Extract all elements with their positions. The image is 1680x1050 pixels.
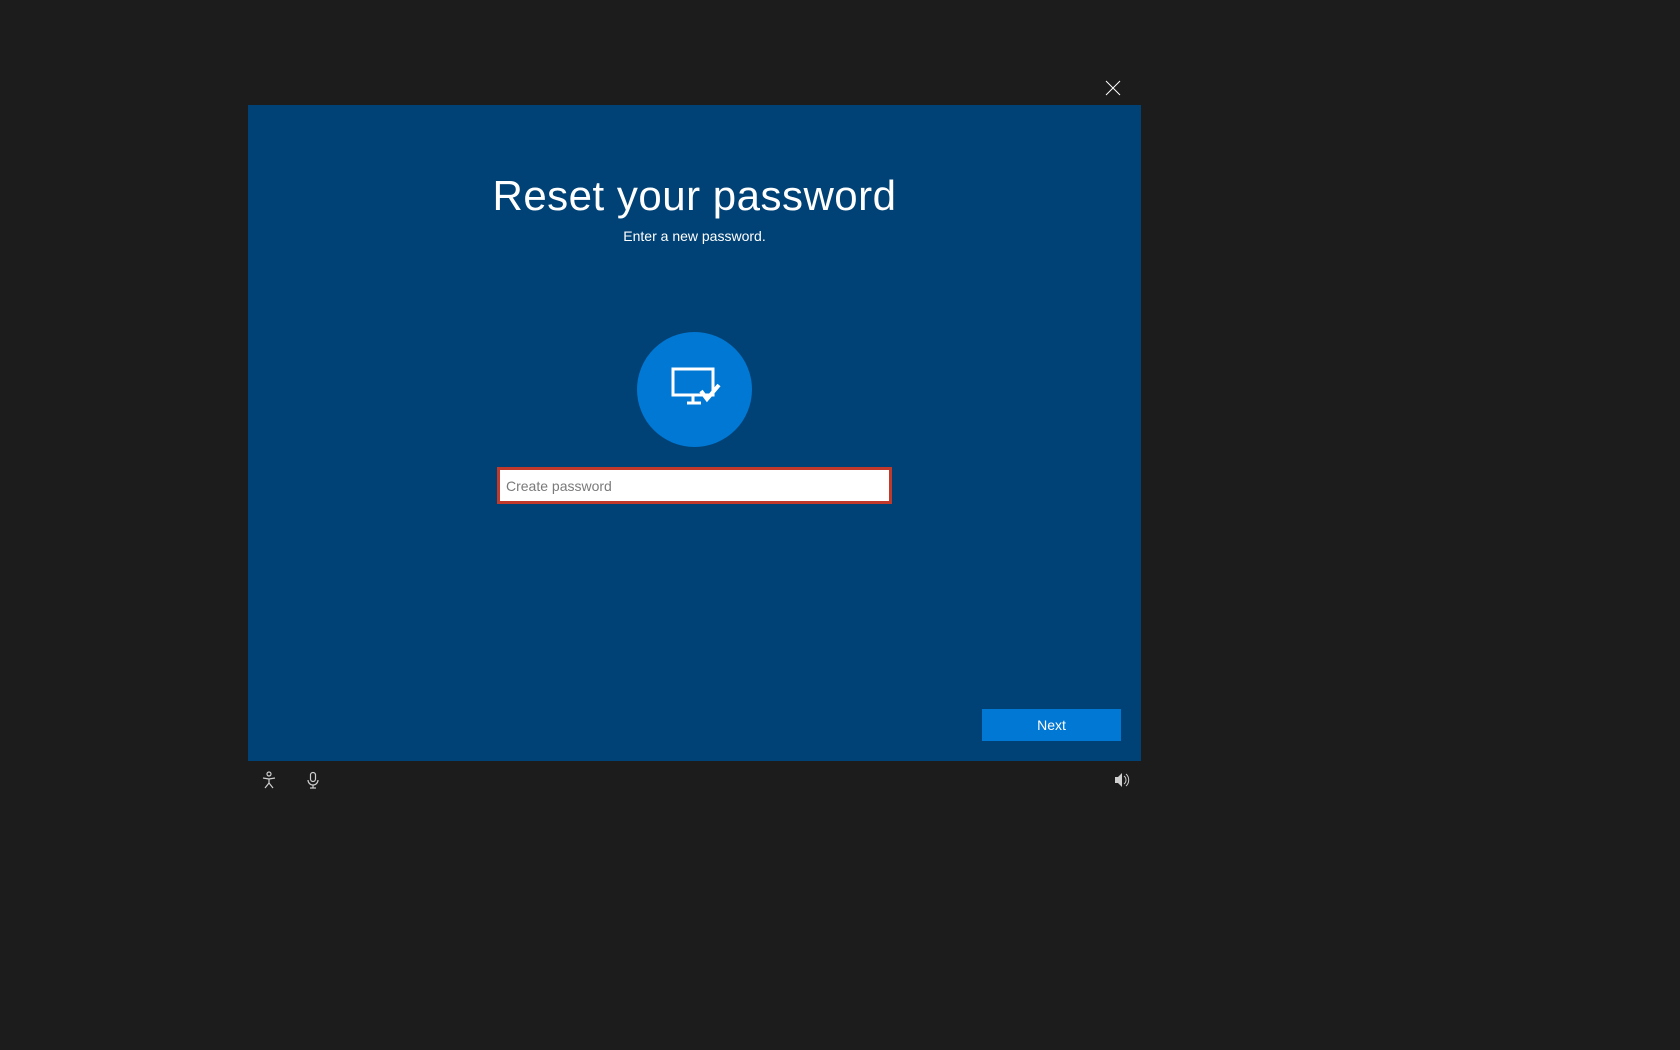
- next-button[interactable]: Next: [982, 709, 1121, 741]
- ease-of-access-icon: [260, 771, 278, 794]
- page-subtitle: Enter a new password.: [248, 228, 1141, 244]
- microphone-button[interactable]: [304, 773, 322, 791]
- ease-of-access-button[interactable]: [260, 773, 278, 791]
- reset-password-panel: Reset your password Enter a new password…: [248, 105, 1141, 761]
- close-icon: [1105, 80, 1121, 101]
- microphone-icon: [304, 771, 322, 794]
- create-password-input[interactable]: [500, 470, 889, 501]
- monitor-check-icon: [667, 359, 723, 420]
- volume-button[interactable]: [1113, 773, 1131, 791]
- page-title: Reset your password: [248, 172, 1141, 220]
- password-input-highlight: [497, 467, 892, 504]
- account-avatar: [637, 332, 752, 447]
- volume-icon: [1113, 771, 1131, 794]
- close-button[interactable]: [1101, 78, 1125, 102]
- bottom-toolbar: [248, 766, 1141, 798]
